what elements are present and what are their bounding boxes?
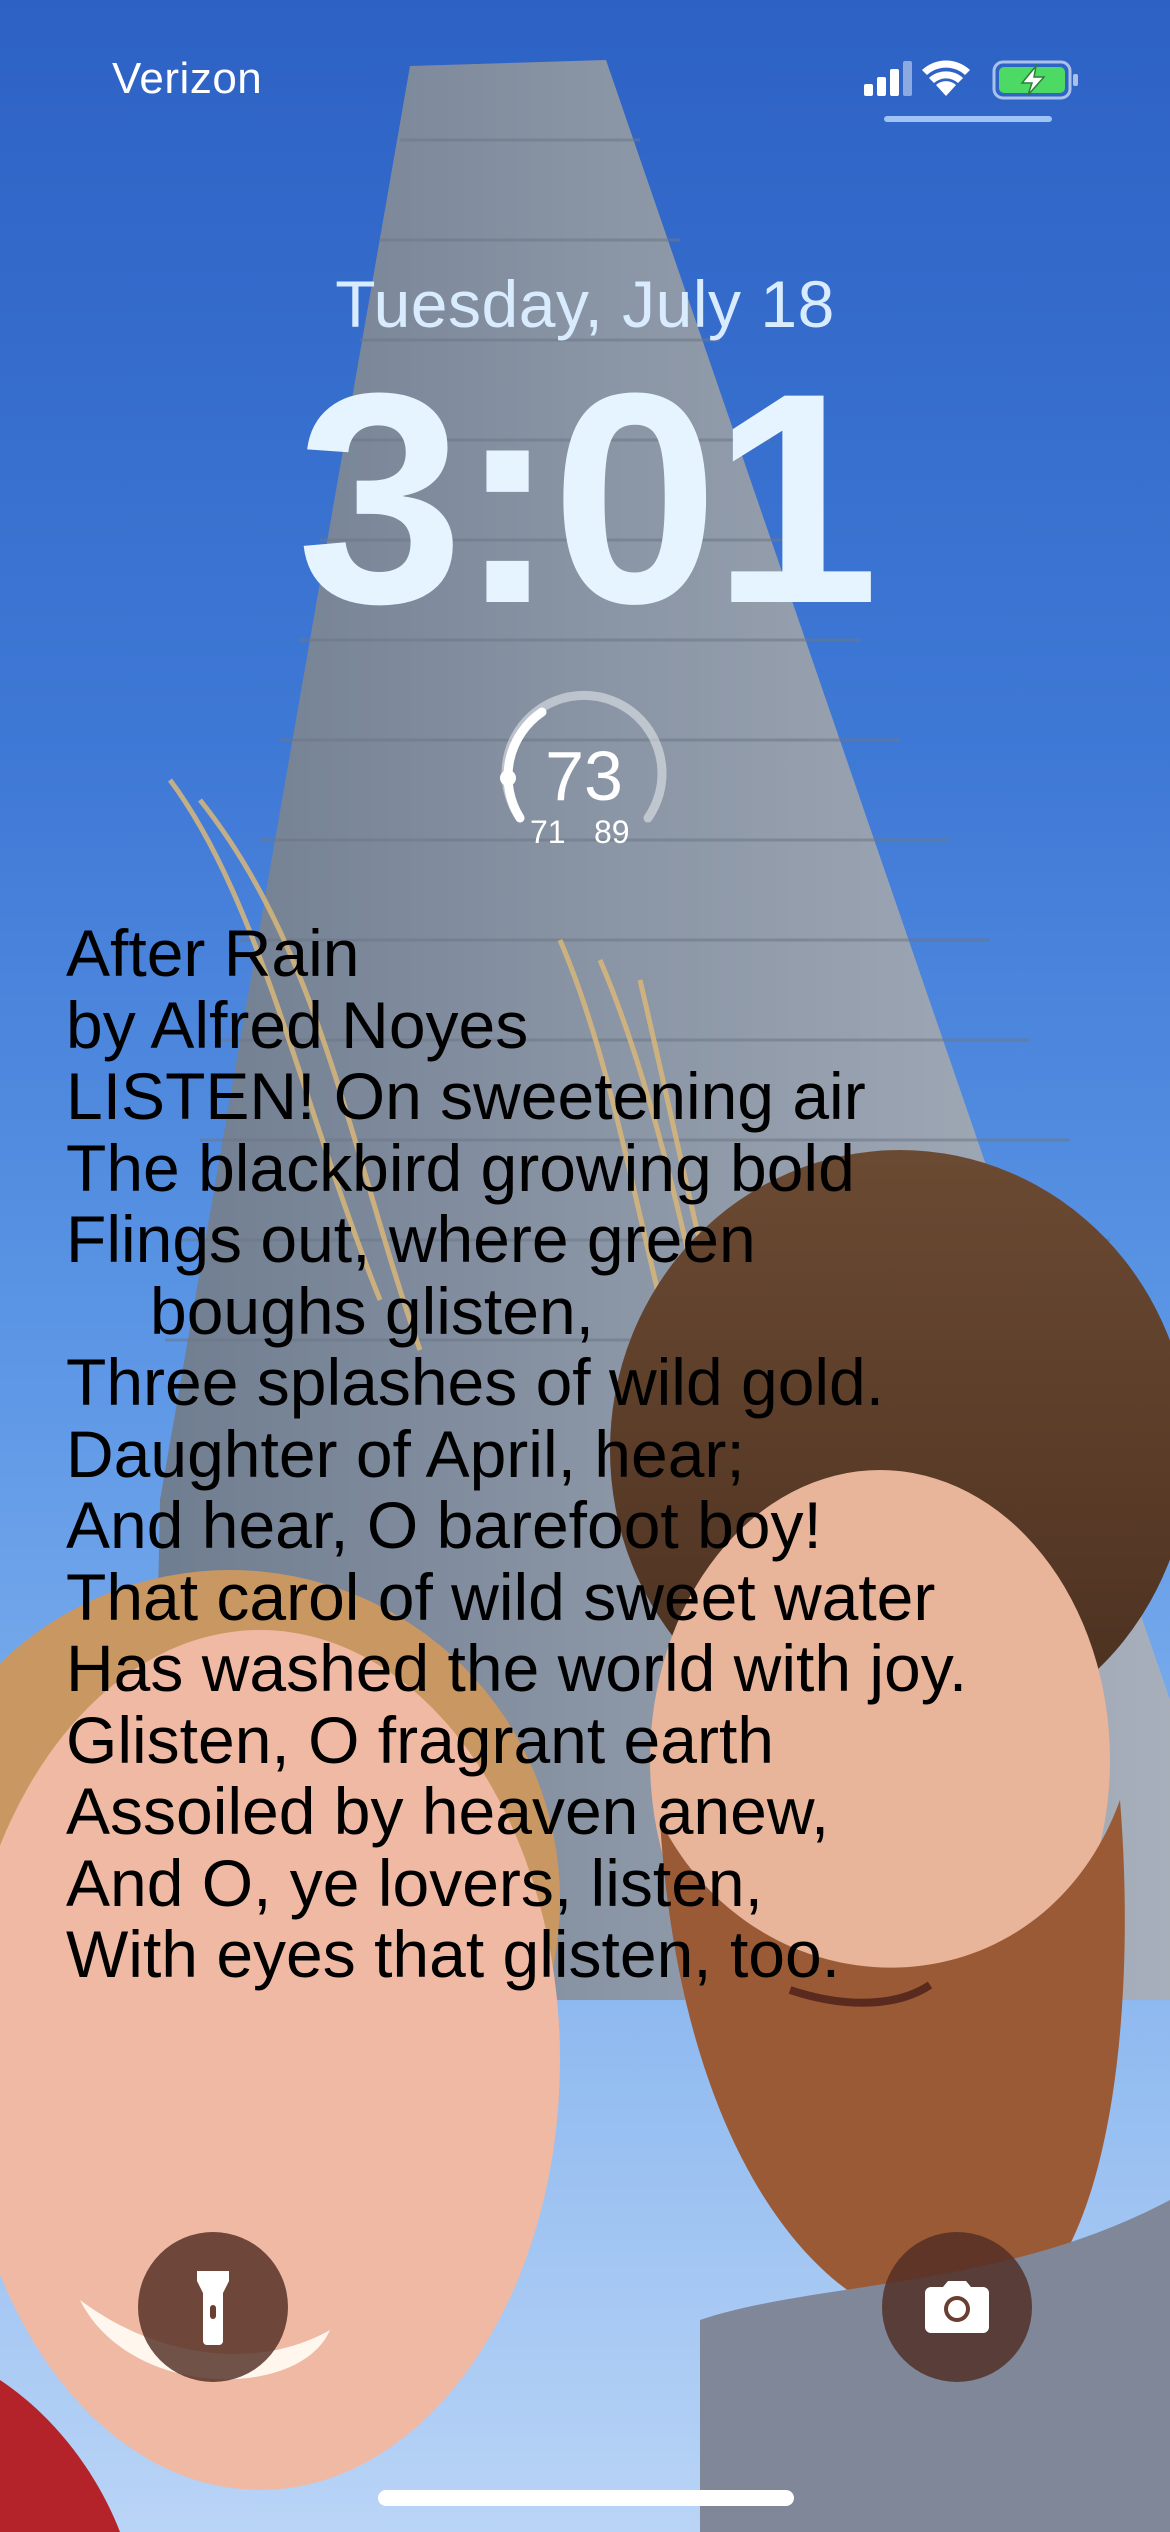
carrier-label: Verizon (112, 54, 263, 103)
poem-line: And O, ye lovers, listen, (66, 1845, 763, 1920)
camera-icon (925, 2281, 989, 2333)
cellular-signal-icon (864, 61, 912, 96)
flashlight-icon (197, 2271, 229, 2345)
weather-widget[interactable]: 73 71 89 (494, 686, 674, 858)
poem-line: boughs glisten, (150, 1273, 594, 1348)
poem-line: And hear, O barefoot boy! (66, 1488, 822, 1562)
poem-line: The blackbird growing bold (66, 1130, 855, 1205)
poem-line: With eyes that glisten, too. (66, 1917, 841, 1991)
home-indicator[interactable] (378, 2490, 794, 2506)
poem-line: LISTEN! On sweetening air (66, 1059, 866, 1133)
poem-line: Flings out, where green (66, 1202, 756, 1276)
wifi-icon (922, 60, 970, 96)
poem-author: by Alfred Noyes (66, 987, 529, 1062)
lock-screen-time: 3:01 (296, 330, 879, 666)
poem-widget: After Rain by Alfred Noyes LISTEN! On sw… (66, 916, 1156, 1991)
poem-line: Glisten, O fragrant earth (66, 1702, 774, 1777)
poem-line: That carol of wild sweet water (66, 1559, 936, 1634)
flashlight-button[interactable] (138, 2232, 288, 2382)
poem-line: Three splashes of wild gold. (66, 1345, 885, 1419)
lock-screen: Verizon Tuesday, July 18 3:01 73 71 89 A… (0, 0, 1170, 2532)
poem-line: Daughter of April, hear; (66, 1416, 745, 1491)
status-icons (864, 60, 1078, 100)
poem-title: After Rain (66, 916, 360, 990)
current-temperature: 73 (545, 737, 623, 815)
camera-button[interactable] (882, 2232, 1032, 2382)
status-indicator-bar (884, 116, 1052, 122)
high-temperature: 89 (594, 814, 630, 850)
poem-line: Has washed the world with joy. (66, 1631, 968, 1705)
poem-line: Assoiled by heaven anew, (66, 1774, 830, 1848)
battery-charging-icon (992, 60, 1078, 100)
low-temperature: 71 (530, 814, 566, 850)
